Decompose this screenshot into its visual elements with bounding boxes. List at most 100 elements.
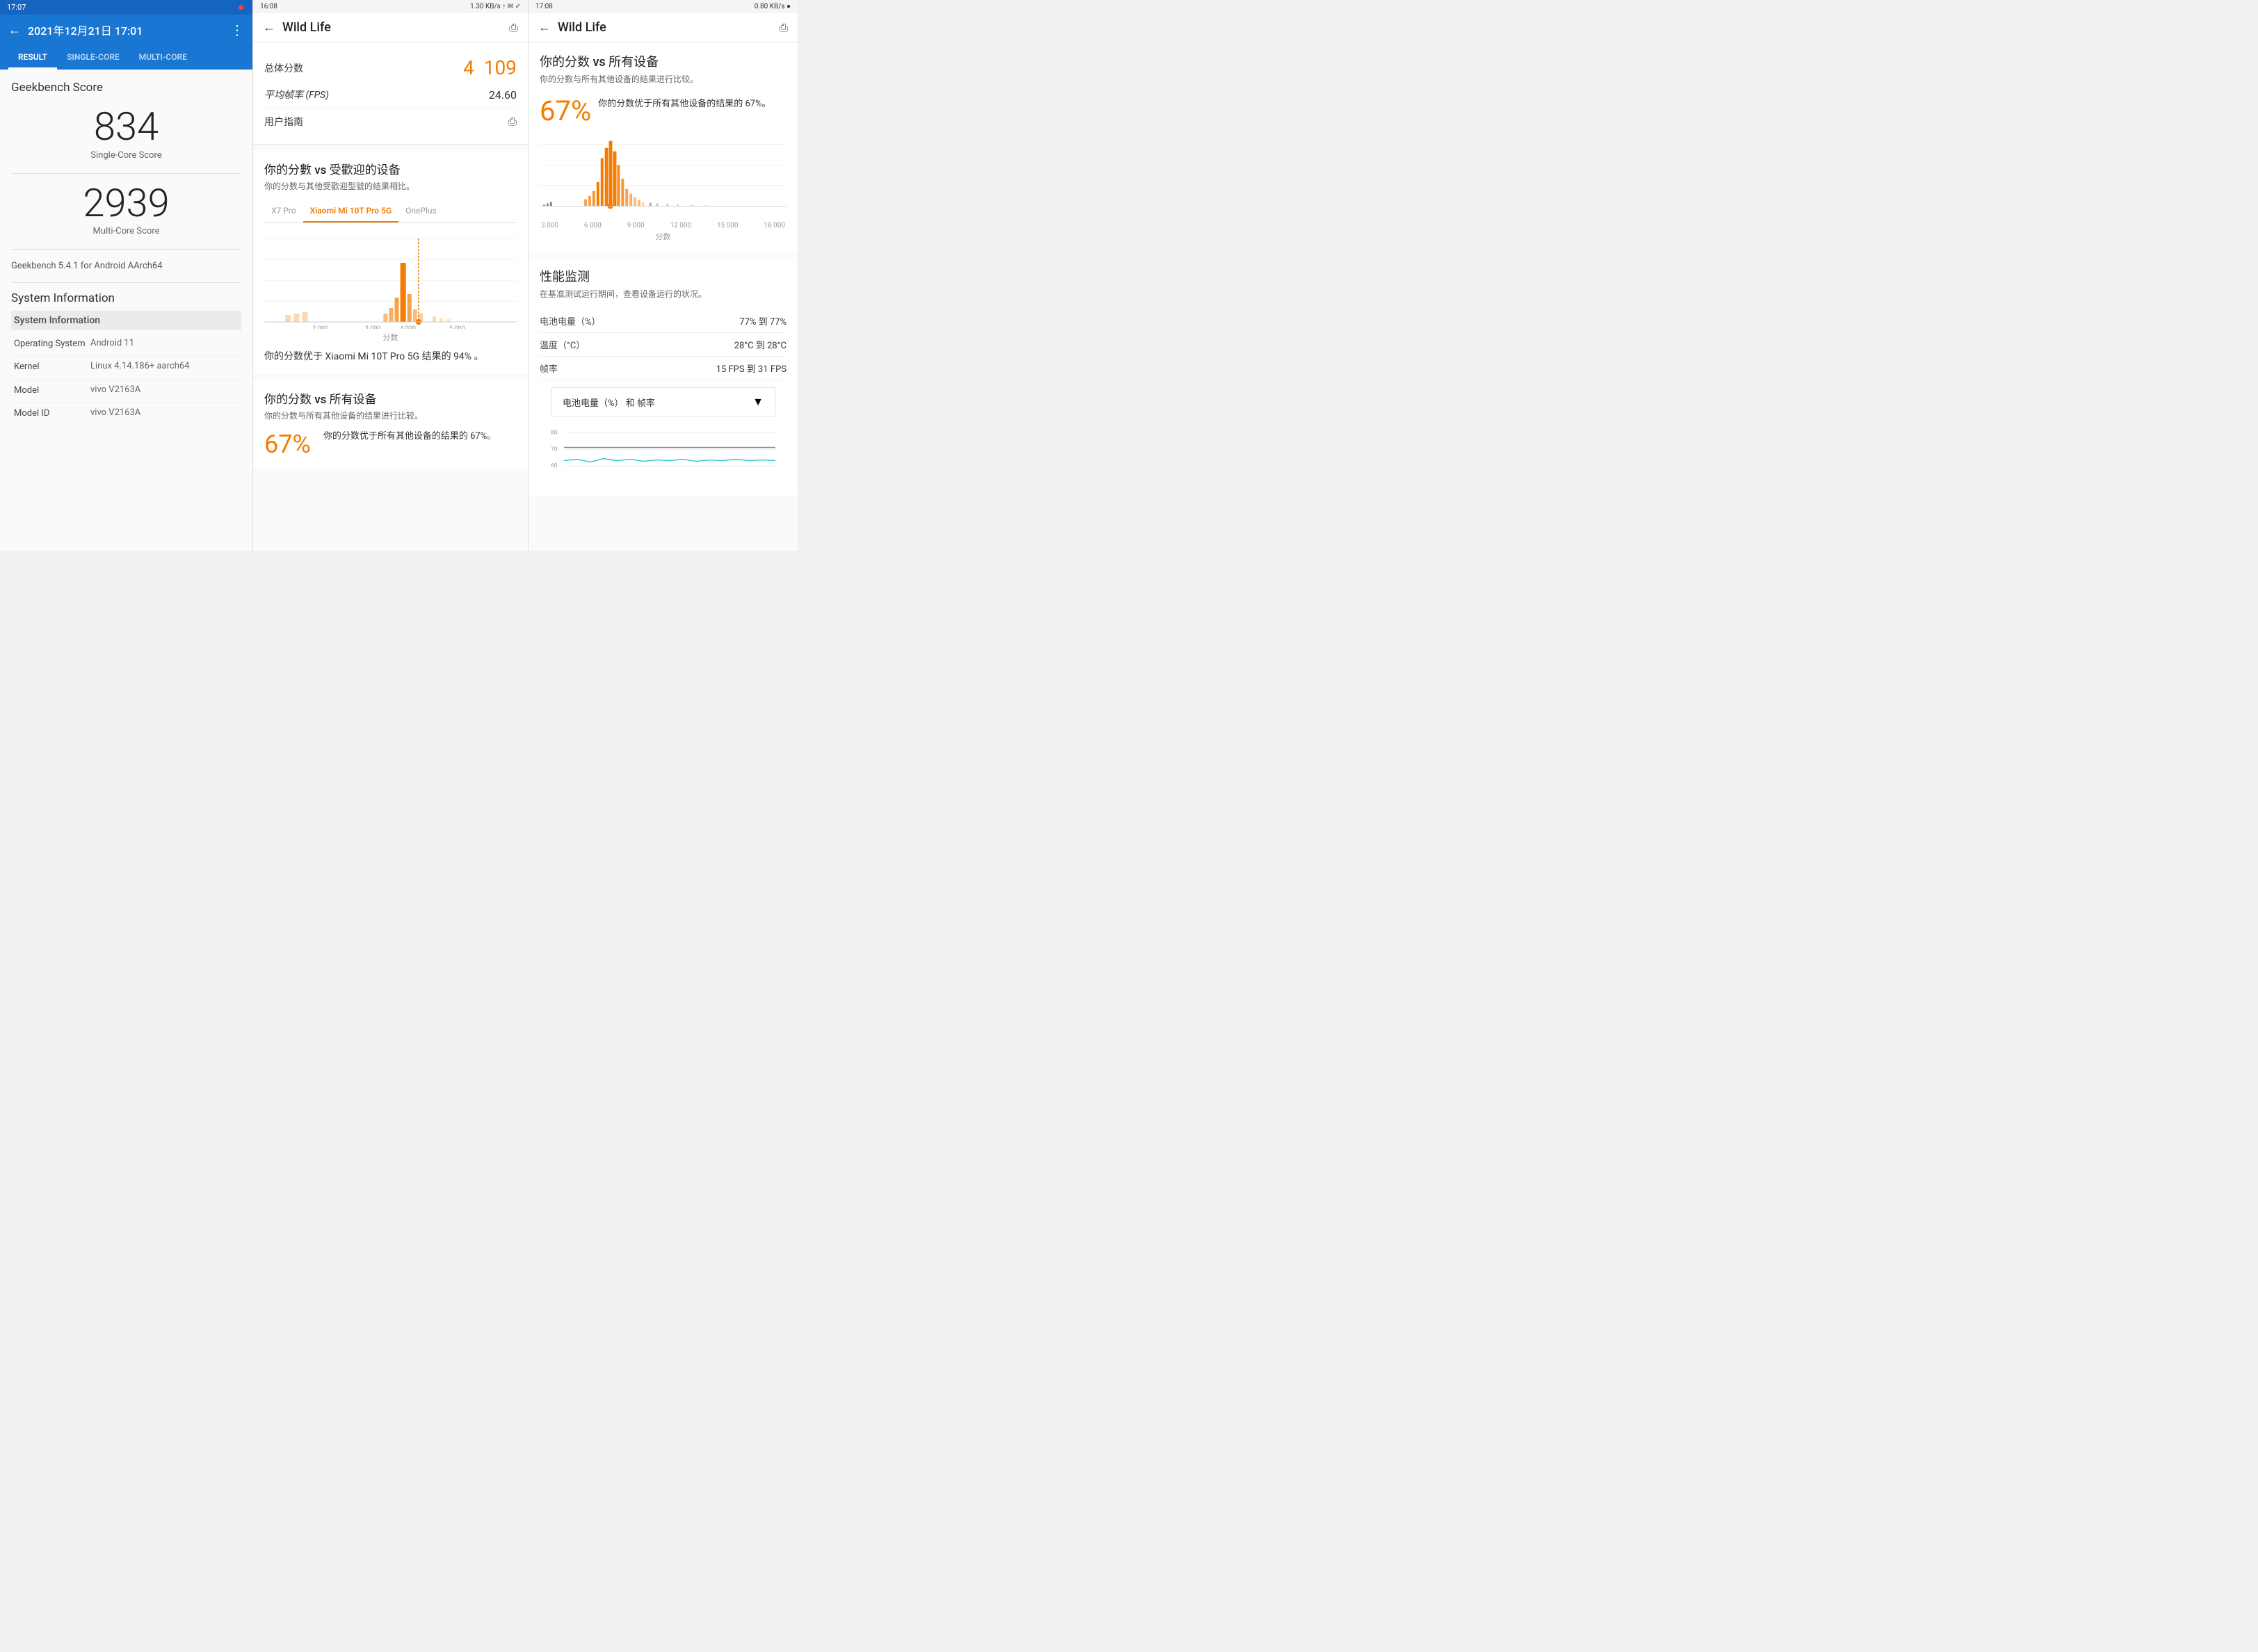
- p3-xaxis-2: 9 000: [627, 222, 645, 229]
- p3-xaxis-5: 18 000: [764, 222, 785, 229]
- p2-chart-xlabel: 分数: [264, 332, 517, 343]
- p1-sys-key-0: Operating System: [14, 338, 90, 350]
- table-row: 帧率 15 FPS 到 31 FPS: [540, 357, 787, 380]
- table-row: Operating System Android 11: [11, 333, 241, 356]
- p2-share-icon[interactable]: ⎙: [509, 21, 518, 35]
- p2-card2-title: 你的分数 vs 所有设备: [264, 389, 517, 407]
- p2-toolbar: ← Wild Life ⎙: [253, 13, 528, 42]
- p2-total-score-row: 总体分数 4 109: [264, 52, 517, 83]
- p3-dropdown-label: 电池电量（%） 和 帧率: [563, 396, 655, 409]
- table-row: Model ID vivo V2163A: [11, 403, 241, 426]
- p2-popular-card: 你的分數 vs 受歡迎的设备 你的分数与其他受歡迎型號的结果相比。 X7 Pro…: [253, 150, 528, 374]
- p2-total-label: 总体分数: [264, 61, 303, 75]
- p2-alldevices-card: 你的分数 vs 所有设备 你的分数与所有其他设备的结果进行比较。 67% 你的分…: [253, 380, 528, 469]
- p1-tabs: RESULT SINGLE-CORE MULTI-CORE: [0, 45, 252, 70]
- p3-perf-title: 性能监测: [540, 267, 787, 285]
- p2-device-tabs: X7 Pro Xiaomi Mi 10T Pro 5G OnePlus: [264, 200, 517, 223]
- p2-status-icons: 1.30 KB/s ↑ ✉ ✓: [470, 3, 521, 10]
- p1-multi-score-num: 2939: [11, 182, 241, 225]
- svg-text:4 000: 4 000: [400, 325, 416, 329]
- p2-fps-value: 24.60: [489, 88, 517, 102]
- p1-divider1: [11, 173, 241, 174]
- chevron-down-icon: ▼: [752, 395, 764, 409]
- table-row: Model vivo V2163A: [11, 380, 241, 403]
- p3-vs-title: 你的分数 vs 所有设备: [540, 52, 787, 70]
- p2-card1-title: 你的分數 vs 受歡迎的设备: [264, 160, 517, 177]
- p3-perf-val-0: 77% 到 77%: [739, 314, 787, 327]
- p2-percent-row: 67% 你的分数优于所有其他设备的结果的 67%。: [264, 430, 517, 459]
- p3-toolbar: ← Wild Life ⎙: [529, 13, 798, 42]
- p2-userguide-share-icon[interactable]: ⎙: [508, 115, 517, 129]
- table-row: Kernel Linux 4.14.186+ aarch64: [11, 356, 241, 379]
- table-row: 温度（°C） 28°C 到 28°C: [540, 333, 787, 357]
- svg-text:5 000: 5 000: [449, 325, 465, 329]
- p2-statusbar: 16:08 1.30 KB/s ↑ ✉ ✓: [253, 0, 528, 13]
- p1-sys-val-0: Android 11: [90, 338, 239, 350]
- p1-divider2: [11, 249, 241, 250]
- p1-toolbar-title: 2021年12月21日 17:01: [28, 22, 223, 38]
- p2-result-text: 你的分数优于 Xiaomi Mi 10T Pro 5G 结果的 94% 。: [264, 350, 517, 364]
- p3-chart-xlabel: 分数: [540, 231, 787, 242]
- p2-score-val2: 109: [484, 56, 517, 79]
- p2-device-tab-x7[interactable]: X7 Pro: [264, 200, 303, 222]
- p1-multi-score-block: 2939 Multi-Core Score: [11, 182, 241, 237]
- p1-single-score-block: 834 Single-Core Score: [11, 106, 241, 161]
- p3-xaxis-1: 6 000: [584, 222, 602, 229]
- p2-big-percent: 67%: [264, 430, 311, 459]
- p3-line-chart-svg: 80 70 60: [551, 426, 775, 482]
- p3-status-icons: 0.80 KB/s ●: [755, 3, 791, 10]
- svg-text:3 000: 3 000: [365, 325, 381, 329]
- p3-dist-chart-svg: [540, 137, 787, 220]
- p3-back-icon[interactable]: ←: [538, 20, 551, 35]
- p2-device-tab-xiaomi[interactable]: Xiaomi Mi 10T Pro 5G: [303, 200, 399, 222]
- p2-device-tab-oneplus[interactable]: OnePlus: [398, 200, 444, 222]
- p1-sys-title: System Information: [11, 291, 241, 305]
- svg-text:60: 60: [551, 462, 558, 469]
- p3-perf-sub: 在基准测试运行期间，查看设备运行的状况。: [540, 288, 787, 300]
- p3-percent-row: 67% 你的分数优于所有其他设备的结果的 67%。: [540, 95, 787, 127]
- p3-dist-chart: [540, 137, 787, 220]
- p3-toolbar-title: Wild Life: [558, 20, 772, 35]
- p3-dropdown[interactable]: 电池电量（%） 和 帧率 ▼: [551, 387, 775, 416]
- p1-geek-version: Geekbench 5.4.1 for Android AArch64: [11, 261, 241, 271]
- p1-statusbar: 17:07: [0, 0, 252, 15]
- p2-share-row: 用户指南 ⎙: [264, 108, 517, 134]
- p2-fps-row: 平均帧率 (FPS) 24.60: [264, 83, 517, 106]
- p2-body: 总体分数 4 109 平均帧率 (FPS) 24.60 用户指南 ⎙ 你的分數 …: [253, 42, 528, 551]
- p1-sys-val-2: vivo V2163A: [90, 384, 239, 397]
- p1-tab-singlecore[interactable]: SINGLE-CORE: [57, 45, 129, 70]
- p1-toolbar: ← 2021年12月21日 17:01 ⋮: [0, 15, 252, 45]
- p1-single-score-num: 834: [11, 106, 241, 149]
- p1-back-icon[interactable]: ←: [8, 23, 21, 38]
- p1-sys-subtitle: System Information: [11, 311, 241, 330]
- p1-tab-multicore[interactable]: MULTI-CORE: [129, 45, 197, 70]
- p3-time: 17:08: [535, 3, 553, 10]
- p2-percent-desc: 你的分数优于所有其他设备的结果的 67%。: [323, 430, 496, 444]
- p2-bar-chart-svg: 2 000 3 000 4 000 5 000: [264, 232, 517, 329]
- p3-xaxis-4: 15 000: [717, 222, 739, 229]
- p1-single-score-label: Single-Core Score: [11, 150, 241, 161]
- p3-perf-val-1: 28°C 到 28°C: [734, 338, 787, 351]
- p3-line-chart-wrap: 80 70 60: [540, 423, 787, 486]
- p2-total-value: 4 109: [463, 56, 517, 79]
- p2-fps-label: 平均帧率 (FPS): [264, 88, 329, 102]
- p1-sys-key-2: Model: [14, 384, 90, 397]
- p3-body: 你的分数 vs 所有设备 你的分数与所有其他设备的结果进行比较。 67% 你的分…: [529, 42, 798, 551]
- p2-share-label: 用户指南: [264, 115, 303, 129]
- p3-perf-key-2: 帧率: [540, 362, 558, 375]
- p3-xaxis-0: 3 000: [541, 222, 558, 229]
- wildlife-panel-left: 16:08 1.30 KB/s ↑ ✉ ✓ ← Wild Life ⎙ 总体分数…: [252, 0, 528, 551]
- p2-back-icon[interactable]: ←: [263, 20, 275, 35]
- p1-body: Geekbench Score 834 Single-Core Score 29…: [0, 70, 252, 551]
- p2-toolbar-title: Wild Life: [282, 20, 502, 35]
- p1-geekbench-title: Geekbench Score: [11, 81, 241, 95]
- p1-tab-result[interactable]: RESULT: [8, 45, 57, 70]
- p1-more-icon[interactable]: ⋮: [230, 22, 244, 38]
- p1-status-dot: [239, 3, 245, 12]
- svg-text:80: 80: [551, 430, 558, 437]
- p2-bar-chart: 2 000 3 000 4 000 5 000: [264, 232, 517, 329]
- p3-share-icon[interactable]: ⎙: [779, 21, 788, 35]
- p1-sys-val-1: Linux 4.14.186+ aarch64: [90, 361, 239, 373]
- p3-perf-key-1: 温度（°C）: [540, 338, 585, 351]
- p2-time: 16:08: [260, 3, 277, 10]
